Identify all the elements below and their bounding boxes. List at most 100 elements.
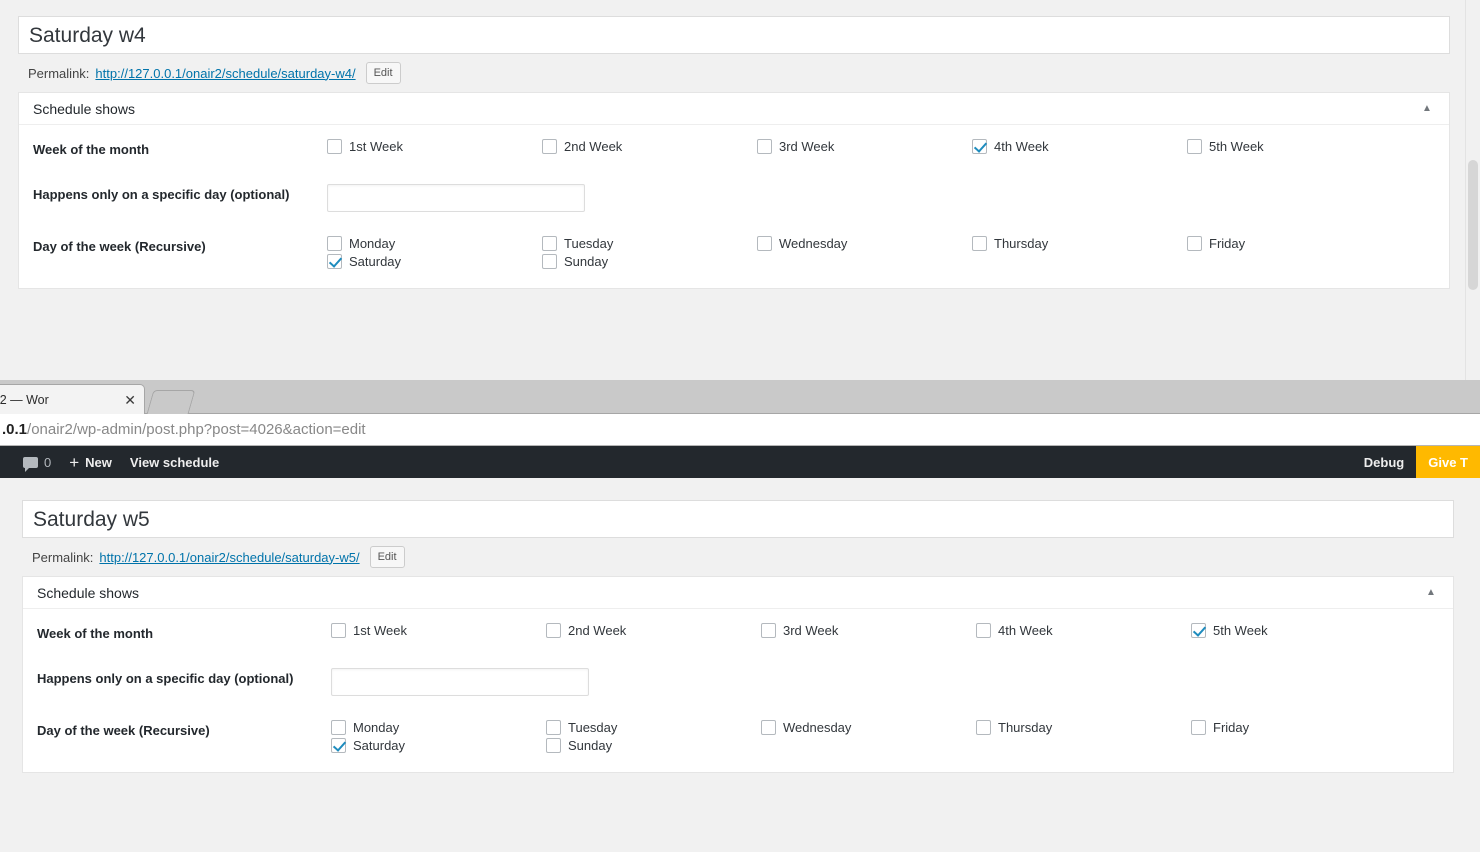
week-checkbox-1[interactable]: 2nd Week: [542, 139, 757, 154]
panel-body-2: Week of the month 1st Week 2nd Week 3rd We…: [23, 609, 1453, 772]
permalink-link-2[interactable]: http://127.0.0.1/onair2/schedule/saturda…: [99, 550, 359, 565]
day-checkbox-3[interactable]: Thursday: [972, 235, 1187, 251]
checkbox-icon[interactable]: [1187, 235, 1202, 251]
day-checkbox-b-label: Monday: [353, 719, 400, 735]
week-checkbox-0[interactable]: 1st Week: [327, 139, 542, 154]
day-checkbox-b-label: Sunday: [568, 737, 613, 753]
triangle-up-icon[interactable]: ▲: [1417, 99, 1437, 119]
page-title: Saturday w4: [29, 23, 146, 47]
permalink-link[interactable]: http://127.0.0.1/onair2/schedule/saturda…: [95, 66, 355, 81]
checkbox-icon[interactable]: [542, 253, 557, 269]
week-checkbox-4[interactable]: 5th Week: [1187, 139, 1402, 154]
checkbox-checked-icon[interactable]: [327, 253, 342, 269]
panel-header-2[interactable]: Schedule shows ▲: [23, 577, 1453, 609]
week-checkbox-b-2[interactable]: 3rd Week: [761, 623, 976, 638]
checkbox-icon[interactable]: [331, 623, 346, 638]
day-checkbox-label: Monday: [349, 235, 396, 251]
close-icon[interactable]: ✕: [124, 393, 136, 407]
day-checkbox-1[interactable]: Tuesday: [542, 235, 757, 251]
checkbox-icon[interactable]: [327, 235, 342, 251]
specific-day-label: Happens only on a specific day (optional…: [33, 186, 290, 202]
checkbox-checked-icon[interactable]: [972, 139, 987, 154]
post-title-field[interactable]: Saturday w4: [18, 16, 1450, 54]
browser-window-chrome: dule ‹ OnAir2 — Wor ✕ .0.1/onair2/wp-adm…: [0, 380, 1480, 478]
checkbox-checked-icon[interactable]: [1191, 623, 1206, 638]
week-of-month-label-2: Week of the month: [37, 626, 154, 641]
permalink-row-2: Permalink: http://127.0.0.1/onair2/sched…: [22, 538, 1454, 576]
vertical-scrollbar-track[interactable]: [1465, 0, 1480, 380]
day-checkbox-group: Monday Tuesday Wednesday Thursday Friday Satu…: [327, 235, 1449, 272]
checkbox-icon[interactable]: [542, 235, 557, 251]
checkbox-icon[interactable]: [546, 719, 561, 735]
checkbox-icon[interactable]: [761, 623, 776, 638]
edit-permalink-button-2[interactable]: Edit: [369, 546, 405, 568]
day-checkbox-b-label: Thursday: [998, 719, 1053, 735]
week-checkbox-b-label: 5th Week: [1213, 623, 1268, 638]
adminbar-view-schedule[interactable]: View schedule: [121, 446, 228, 478]
week-checkbox-label: 3rd Week: [779, 139, 835, 154]
week-checkbox-group-2: 1st Week 2nd Week 3rd Week 4th Week 5th Week: [331, 623, 1453, 638]
week-checkbox-b-4[interactable]: 5th Week: [1191, 623, 1406, 638]
vertical-scrollbar-thumb[interactable]: [1468, 160, 1478, 290]
checkbox-icon[interactable]: [542, 139, 557, 154]
day-checkbox-b-3[interactable]: Thursday: [976, 719, 1191, 735]
checkbox-checked-icon[interactable]: [331, 737, 346, 753]
specific-day-label-2: Happens only on a specific day (optional…: [37, 670, 294, 686]
day-of-week-label: Day of the week (Recursive): [33, 238, 206, 254]
day-checkbox-0[interactable]: Monday: [327, 235, 542, 251]
day-checkbox-b-5[interactable]: Saturday: [331, 737, 546, 753]
week-of-month-row: Week of the month 1st Week 2nd Week 3rd We…: [19, 125, 1449, 170]
week-checkbox-b-1[interactable]: 2nd Week: [546, 623, 761, 638]
week-checkbox-b-3[interactable]: 4th Week: [976, 623, 1191, 638]
checkbox-icon[interactable]: [972, 235, 987, 251]
day-checkbox-2[interactable]: Wednesday: [757, 235, 972, 251]
week-checkbox-label: 2nd Week: [564, 139, 623, 154]
day-checkbox-6[interactable]: Sunday: [542, 253, 757, 269]
browser-urlbar[interactable]: .0.1/onair2/wp-admin/post.php?post=4026&…: [0, 414, 1480, 446]
day-checkbox-b-1[interactable]: Tuesday: [546, 719, 761, 735]
day-checkbox-b-label: Saturday: [353, 737, 406, 753]
specific-day-input-2[interactable]: [331, 667, 589, 696]
week-checkbox-b-label: 2nd Week: [568, 623, 627, 638]
week-checkbox-2[interactable]: 3rd Week: [757, 139, 972, 154]
post-title-field-2[interactable]: Saturday w5: [22, 500, 1454, 538]
browser-tab-active[interactable]: dule ‹ OnAir2 — Wor ✕: [0, 384, 145, 414]
week-checkbox-group: 1st Week 2nd Week 3rd Week 4th Week 5th Week: [327, 139, 1449, 154]
checkbox-icon[interactable]: [327, 139, 342, 154]
adminbar-comments[interactable]: 0: [14, 446, 60, 478]
checkbox-icon[interactable]: [1191, 719, 1206, 735]
adminbar-give[interactable]: Give T: [1416, 446, 1480, 478]
day-checkbox-b-2[interactable]: Wednesday: [761, 719, 976, 735]
week-of-month-row-2: Week of the month 1st Week 2nd Week 3rd We…: [23, 609, 1453, 654]
adminbar-new[interactable]: + New: [60, 446, 121, 478]
day-checkbox-label: Thursday: [994, 235, 1049, 251]
checkbox-icon[interactable]: [331, 719, 346, 735]
permalink-row: Permalink: http://127.0.0.1/onair2/sched…: [18, 54, 1450, 92]
checkbox-icon[interactable]: [976, 623, 991, 638]
triangle-up-icon-2[interactable]: ▲: [1421, 583, 1441, 603]
day-of-week-row-2: Day of the week (Recursive) Monday Tuesda…: [23, 706, 1453, 766]
checkbox-icon[interactable]: [976, 719, 991, 735]
checkbox-icon[interactable]: [761, 719, 776, 735]
checkbox-icon[interactable]: [546, 623, 561, 638]
day-checkbox-label: Saturday: [349, 253, 402, 269]
day-checkbox-b-4[interactable]: Friday: [1191, 719, 1406, 735]
permalink-label: Permalink:: [28, 65, 90, 81]
week-checkbox-b-0[interactable]: 1st Week: [331, 623, 546, 638]
url-text: .0.1/onair2/wp-admin/post.php?post=4026&…: [0, 421, 366, 438]
specific-day-input[interactable]: [327, 183, 585, 212]
checkbox-icon[interactable]: [757, 235, 772, 251]
adminbar-debug[interactable]: Debug: [1352, 446, 1416, 478]
checkbox-icon[interactable]: [757, 139, 772, 154]
day-checkbox-5[interactable]: Saturday: [327, 253, 542, 269]
panel-header[interactable]: Schedule shows ▲: [19, 93, 1449, 125]
checkbox-icon[interactable]: [546, 737, 561, 753]
day-checkbox-4[interactable]: Friday: [1187, 235, 1402, 251]
week-checkbox-3[interactable]: 4th Week: [972, 139, 1187, 154]
day-checkbox-b-0[interactable]: Monday: [331, 719, 546, 735]
edit-permalink-button[interactable]: Edit: [365, 62, 401, 84]
day-checkbox-b-6[interactable]: Sunday: [546, 737, 761, 753]
week-checkbox-label: 1st Week: [349, 139, 403, 154]
checkbox-icon[interactable]: [1187, 139, 1202, 154]
new-tab-shape[interactable]: [146, 390, 196, 414]
